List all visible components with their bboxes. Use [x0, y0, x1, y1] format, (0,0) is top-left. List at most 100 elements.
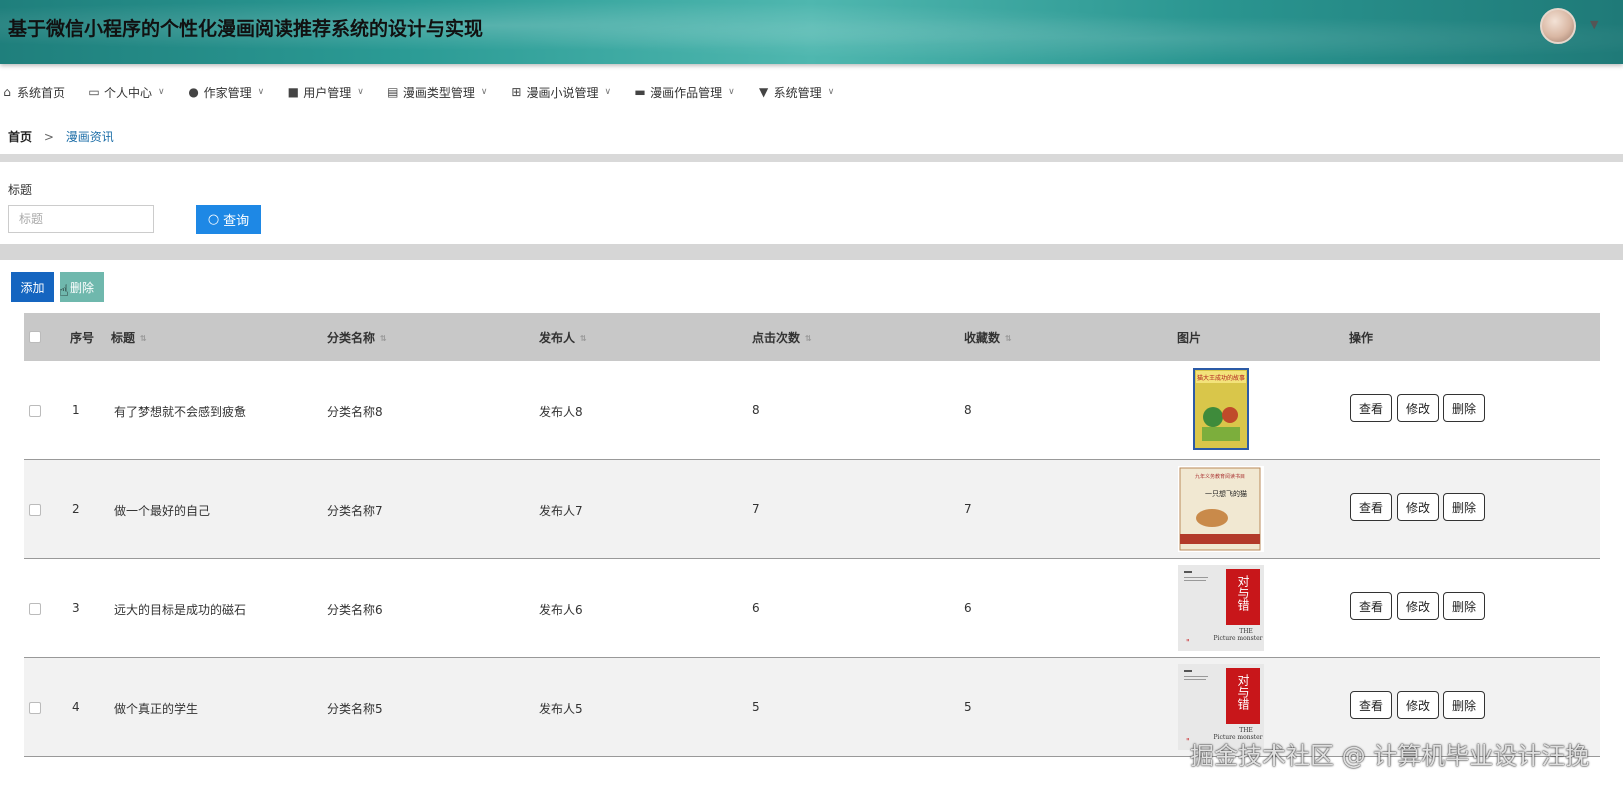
header-favorites[interactable]: 收藏数 ⇅	[964, 329, 1012, 346]
header-publisher[interactable]: 发布人 ⇅	[539, 329, 587, 346]
briefcase-icon: ■	[287, 85, 299, 99]
header-index: 序号	[70, 331, 95, 345]
cell-title: 有了梦想就不会感到疲惫	[114, 405, 247, 419]
sort-icon[interactable]: ⇅	[1005, 334, 1012, 343]
clipboard-icon: ▤	[387, 85, 399, 99]
cover-title: 对与错	[1236, 575, 1250, 611]
nav-item-profile[interactable]: ▭ 个人中心 ∨	[87, 84, 165, 101]
chevron-down-icon: ∨	[158, 87, 165, 97]
view-button[interactable]: 查看	[1350, 493, 1392, 521]
sort-icon[interactable]: ⇅	[805, 334, 812, 343]
chevron-down-icon: ∨	[357, 87, 364, 97]
chevron-down-icon: ∨	[728, 87, 735, 97]
nav-label: 系统管理	[773, 85, 822, 100]
cell-favorites: 6	[964, 601, 972, 615]
main-nav: ⌂ 系统首页 ▭ 个人中心 ∨ ● 作家管理 ∨ ■ 用户管理 ∨ ▤ 漫画类型…	[0, 80, 856, 104]
cover-image[interactable]: 猫大王成功的故事	[1178, 367, 1264, 453]
divider-band	[0, 154, 1623, 162]
news-table: 序号 标题 ⇅ 分类名称 ⇅ 发布人 ⇅ 点击次数 ⇅ 收藏数 ⇅ 图片 操作 1 有了梦…	[24, 313, 1600, 757]
nav-item-comic-works[interactable]: ▬ 漫画作品管理 ∨	[633, 84, 735, 101]
cell-index: 1	[72, 403, 80, 417]
edit-button[interactable]: 修改	[1397, 394, 1439, 422]
search-button[interactable]: ○ 查询	[196, 205, 261, 234]
table-row: 2 做一个最好的自己 分类名称7 发布人7 7 7 九年义务教育阅读书目 一只想…	[24, 460, 1600, 559]
header-category[interactable]: 分类名称 ⇅	[327, 329, 387, 346]
cell-publisher: 发布人8	[539, 405, 583, 419]
cell-category: 分类名称7	[327, 504, 383, 518]
nav-label: 用户管理	[303, 85, 352, 100]
view-button[interactable]: 查看	[1350, 394, 1392, 422]
edit-button[interactable]: 修改	[1397, 691, 1439, 719]
svg-text:": "	[1186, 638, 1190, 647]
nav-label: 漫画类型管理	[402, 85, 475, 100]
header-image: 图片	[1177, 331, 1202, 345]
cell-publisher: 发布人5	[539, 702, 583, 716]
header-favorites-label: 收藏数	[964, 331, 1001, 345]
search-button-label: 查询	[223, 214, 250, 229]
sort-icon[interactable]: ⇅	[580, 334, 587, 343]
cell-clicks: 7	[752, 502, 760, 516]
top-header: 基于微信小程序的个性化漫画阅读推荐系统的设计与实现 ▼	[0, 0, 1623, 64]
nav-item-comic-novels[interactable]: ⊞ 漫画小说管理 ∨	[509, 84, 611, 101]
hand-cursor-icon: ☝	[59, 281, 69, 300]
user-avatar[interactable]	[1540, 8, 1576, 44]
nav-item-users[interactable]: ■ 用户管理 ∨	[286, 84, 364, 101]
nav-label: 漫画小说管理	[526, 85, 599, 100]
cell-title: 远大的目标是成功的磁石	[114, 603, 247, 617]
nav-label: 系统首页	[17, 85, 66, 100]
header-title[interactable]: 标题 ⇅	[111, 329, 147, 346]
divider-band	[0, 244, 1623, 260]
cell-title: 做个真正的学生	[114, 702, 199, 716]
cell-category: 分类名称8	[327, 405, 383, 419]
header-category-label: 分类名称	[327, 331, 376, 345]
grid-icon: ⊞	[511, 85, 522, 99]
add-button[interactable]: 添加	[11, 272, 54, 302]
cell-title: 做一个最好的自己	[114, 504, 211, 518]
header-clicks[interactable]: 点击次数 ⇅	[752, 329, 812, 346]
app-title: 基于微信小程序的个性化漫画阅读推荐系统的设计与实现	[8, 18, 484, 40]
cell-clicks: 8	[752, 403, 760, 417]
cover-image[interactable]: 九年义务教育阅读书目 一只想飞的猫	[1178, 466, 1264, 552]
edit-button[interactable]: 修改	[1397, 592, 1439, 620]
nav-item-system[interactable]: ▼ 系统管理 ∨	[757, 84, 835, 101]
chevron-down-icon: ∨	[257, 87, 265, 97]
search-label: 标题	[8, 183, 33, 197]
cell-index: 4	[72, 700, 80, 714]
chevron-down-icon: ∨	[827, 87, 835, 97]
cell-favorites: 5	[964, 700, 972, 714]
edit-button[interactable]: 修改	[1397, 493, 1439, 521]
delete-button[interactable]: 删除	[1443, 592, 1485, 620]
cell-index: 2	[72, 502, 80, 516]
sort-icon[interactable]: ⇅	[140, 334, 147, 343]
sort-icon[interactable]: ⇅	[380, 334, 387, 343]
delete-button[interactable]: 删除	[1443, 691, 1485, 719]
watermark: 掘金技术社区 @ 计算机毕业设计汪挽	[1190, 742, 1590, 770]
cover-subtitle: THE	[1239, 727, 1253, 734]
cover-subtitle: THE	[1239, 628, 1253, 635]
chat-icon: ▬	[634, 85, 646, 99]
delete-button[interactable]: 删除	[1443, 493, 1485, 521]
nav-item-authors[interactable]: ● 作家管理 ∨	[187, 84, 265, 101]
row-checkbox[interactable]	[29, 603, 41, 615]
view-button[interactable]: 查看	[1350, 691, 1392, 719]
select-all-checkbox[interactable]	[29, 331, 41, 343]
header-publisher-label: 发布人	[539, 331, 576, 345]
nav-item-home[interactable]: ⌂ 系统首页	[0, 84, 65, 101]
nav-item-comic-types[interactable]: ▤ 漫画类型管理 ∨	[386, 84, 487, 101]
cover-image[interactable]: 对与错 THE Picture monster "	[1178, 565, 1264, 651]
header-title-label: 标题	[111, 331, 136, 345]
search-input[interactable]	[8, 205, 154, 233]
cell-clicks: 6	[752, 601, 760, 615]
delete-button[interactable]: 删除	[1443, 394, 1485, 422]
nav-label: 个人中心	[104, 85, 153, 100]
search-icon: ○	[207, 212, 220, 227]
row-checkbox[interactable]	[29, 702, 41, 714]
view-button[interactable]: 查看	[1350, 592, 1392, 620]
header-ops: 操作	[1349, 331, 1374, 345]
nav-label: 作家管理	[203, 85, 252, 100]
breadcrumb-current: 漫画资讯	[65, 130, 114, 144]
row-checkbox[interactable]	[29, 504, 41, 516]
caret-down-icon[interactable]: ▼	[1590, 18, 1598, 31]
breadcrumb-home[interactable]: 首页	[8, 130, 32, 144]
row-checkbox[interactable]	[29, 405, 41, 417]
